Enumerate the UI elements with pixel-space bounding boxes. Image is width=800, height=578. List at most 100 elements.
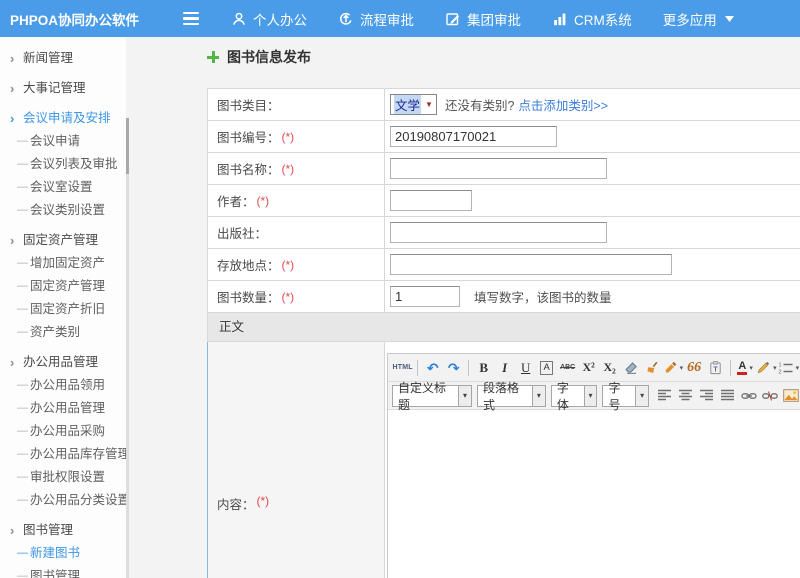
menu-icon[interactable] [183,12,199,26]
ordered-list-button[interactable]: 12▾ [778,357,798,378]
sidebar-item-label: 新建图书 [30,542,80,565]
scrollbar-thumb[interactable] [126,118,129,174]
add-category-link[interactable]: 点击添加类别>> [518,95,608,114]
nav-crm-system[interactable]: CRM系统 [552,9,632,29]
italic-button[interactable]: I [495,357,514,378]
field-label-cell: 图书名称：(*) [208,153,385,184]
form-row: 出版社： [207,217,800,249]
nav-more-apps[interactable]: 更多应用 [663,9,734,29]
sidebar-item[interactable]: ›新闻管理 [0,47,126,70]
form-row-category: 图书类目： 文学 ▼ 还没有类别? 点击添加类别>> [207,89,800,121]
dropdown-arrow-icon: ▾ [773,364,777,372]
nav-label: 流程审批 [360,9,414,29]
format-painter-button[interactable]: ▾ [663,357,683,378]
author-input[interactable] [390,190,472,211]
sidebar-item[interactable]: —图书管理 [0,565,126,578]
clear-format-icon [644,360,660,376]
sidebar-item[interactable]: —办公用品领用 [0,374,126,397]
align-right-button[interactable] [697,385,716,406]
sidebar-item-label: 会议申请及安排 [23,107,111,130]
eraser-button[interactable] [621,357,640,378]
source-button[interactable]: HTML [393,357,412,378]
sidebar-scrollbar[interactable] [126,118,129,578]
nav-personal-office[interactable]: 个人办公 [231,9,307,29]
undo-button[interactable]: ↶ [423,357,442,378]
align-left-button[interactable] [655,385,674,406]
font-family-select[interactable]: 字体▾ [551,385,598,407]
fontname-button[interactable]: A [537,357,556,378]
sidebar-item[interactable]: —固定资产折旧 [0,298,126,321]
highlight-icon [756,360,771,375]
sidebar-item[interactable]: —增加固定资产 [0,252,126,275]
field-label-cell: 图书编号：(*) [208,121,385,152]
sidebar-item[interactable]: ›会议申请及安排 [0,107,126,130]
align-justify-icon [720,389,735,402]
dash-icon: — [17,489,30,512]
clear-format-button[interactable] [642,357,661,378]
strikethrough-button[interactable]: ABC [558,357,577,378]
sidebar-item[interactable]: —会议类别设置 [0,199,126,222]
dropdown-arrow-icon: ▾ [458,386,471,406]
sidebar-item[interactable]: —办公用品管理 [0,397,126,420]
align-center-button[interactable] [676,385,695,406]
toolbar-separator [468,360,469,376]
quantity-input[interactable] [390,286,460,307]
process-icon [338,11,354,27]
undo-icon: ↶ [427,361,439,375]
sidebar-item[interactable]: —资产类别 [0,321,126,344]
book-name-input[interactable] [390,158,607,179]
heading-style-select[interactable]: 自定义标题▾ [392,385,472,407]
align-center-icon [678,389,693,402]
sidebar-item[interactable]: ›固定资产管理 [0,229,126,252]
edit-square-icon [445,11,461,27]
editor-content-area[interactable] [388,410,800,578]
redo-button[interactable]: ↷ [444,357,463,378]
superscript-button[interactable]: X² [579,357,598,378]
field-label: 图书数量： [217,287,280,306]
blockquote-button[interactable]: 66 [685,357,704,378]
nav-group-approval[interactable]: 集团审批 [445,9,521,29]
sidebar-item[interactable]: —会议室设置 [0,176,126,199]
sidebar-item[interactable]: ›图书管理 [0,519,126,542]
dash-icon: — [17,542,30,565]
sidebar-item[interactable]: —会议申请 [0,130,126,153]
sidebar-item[interactable]: —办公用品采购 [0,420,126,443]
dropdown-arrow-icon: ▾ [680,364,684,372]
align-justify-button[interactable] [718,385,737,406]
image-button[interactable] [781,385,800,406]
sidebar-item[interactable]: ›大事记管理 [0,77,126,100]
font-color-button[interactable]: A▾ [736,357,755,378]
link-button[interactable] [739,385,758,406]
underline-button[interactable]: U [516,357,535,378]
required-mark: (*) [282,130,295,144]
caret-down-icon [725,16,734,22]
sidebar-item[interactable]: —新建图书 [0,542,126,565]
unlink-button[interactable] [760,385,779,406]
font-size-select[interactable]: 字号▾ [602,385,649,407]
sidebar-item[interactable]: —固定资产管理 [0,275,126,298]
dash-icon: — [17,176,30,199]
nav-process-approval[interactable]: 流程审批 [338,9,414,29]
bar-chart-icon [552,11,568,27]
sidebar-item[interactable]: —审批权限设置 [0,466,126,489]
dash-icon: — [17,466,30,489]
paragraph-format-select[interactable]: 段落格式▾ [477,385,546,407]
select-label: 字体 [552,386,584,406]
highlight-button[interactable]: ▾ [757,357,777,378]
paste-text-button[interactable]: T [706,357,725,378]
book-category-select[interactable]: 文学 ▼ [390,94,437,115]
dash-icon: — [17,275,30,298]
sidebar-item[interactable]: —办公用品分类设置 [0,489,126,512]
subscript-button[interactable]: X₂ [600,357,619,378]
sidebar-item-label: 会议申请 [30,130,80,153]
dropdown-arrow-icon: ▾ [749,364,753,372]
sidebar-item[interactable]: ›办公用品管理 [0,351,126,374]
bold-button[interactable]: B [474,357,493,378]
sidebar-item[interactable]: —办公用品库存管理 [0,443,126,466]
sidebar-item[interactable]: —会议列表及审批 [0,153,126,176]
dropdown-arrow-icon: ▾ [796,364,800,372]
dash-icon: — [17,565,30,578]
book-number-input[interactable] [390,126,557,147]
location-input[interactable] [390,254,672,275]
publisher-input[interactable] [390,222,607,243]
